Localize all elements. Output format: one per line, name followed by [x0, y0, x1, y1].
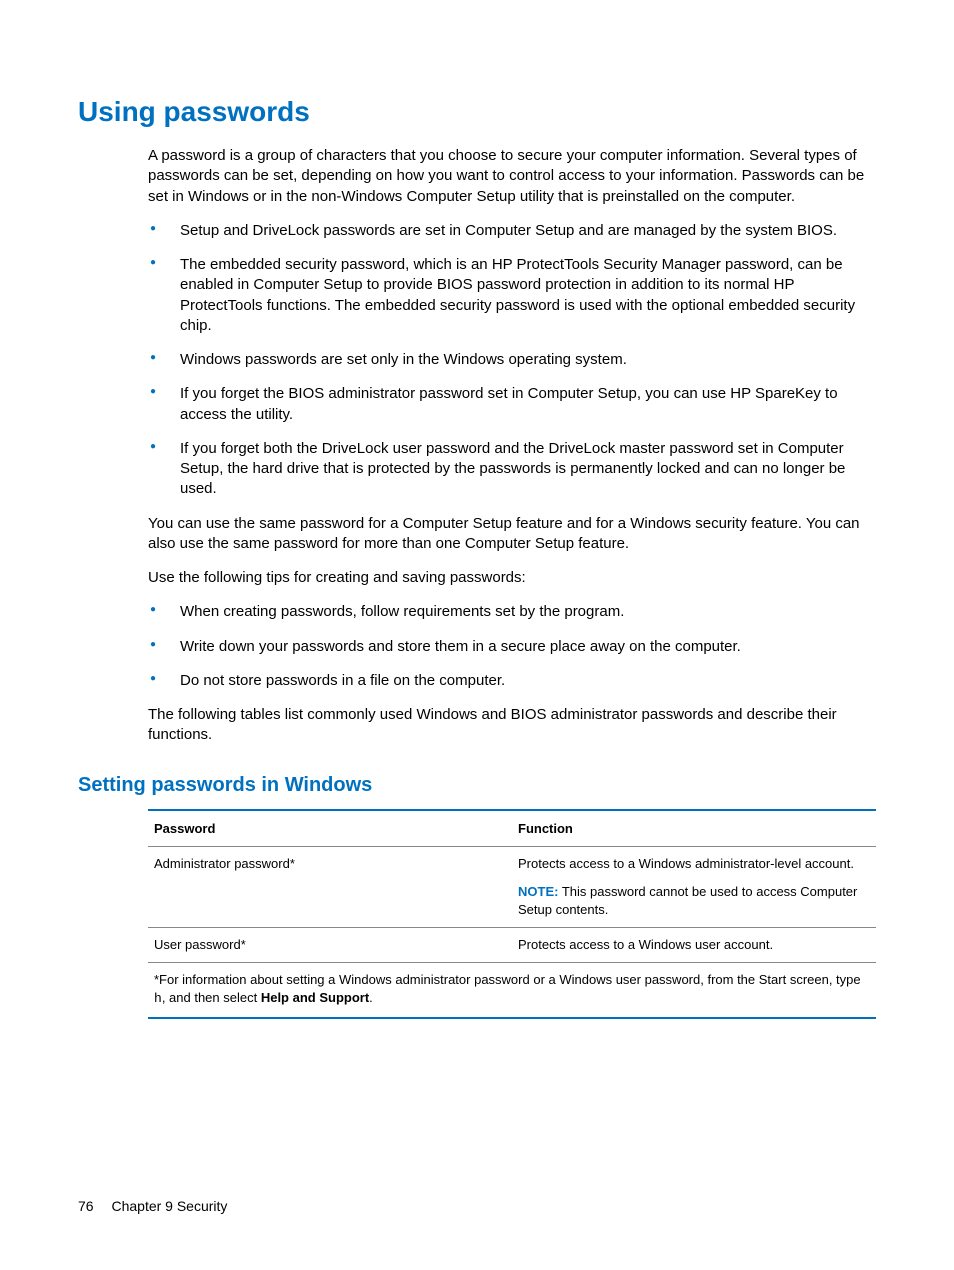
list-item: Write down your passwords and store them… [148, 637, 876, 657]
cell-admin-password: Administrator password* [148, 846, 512, 928]
note-text: This password cannot be used to access C… [518, 884, 857, 917]
bullet-list-2: When creating passwords, follow requirem… [148, 602, 876, 691]
table-row: Administrator password* Protects access … [148, 846, 876, 928]
passwords-table-wrap: Password Function Administrator password… [148, 809, 876, 1019]
col-header-password: Password [148, 810, 512, 847]
heading-using-passwords: Using passwords [78, 96, 876, 128]
body-paragraph: You can use the same password for a Comp… [148, 514, 876, 555]
intro-paragraph: A password is a group of characters that… [148, 146, 876, 207]
list-item: The embedded security password, which is… [148, 255, 876, 336]
list-item: When creating passwords, follow requirem… [148, 602, 876, 622]
body-paragraph: Use the following tips for creating and … [148, 568, 876, 588]
body-paragraph: The following tables list commonly used … [148, 705, 876, 746]
table-row: User password* Protects access to a Wind… [148, 928, 876, 963]
passwords-table: Password Function Administrator password… [148, 809, 876, 1019]
list-item: If you forget both the DriveLock user pa… [148, 439, 876, 500]
footnote-text: *For information about setting a Windows… [154, 972, 861, 987]
cell-user-function: Protects access to a Windows user accoun… [512, 928, 876, 963]
list-item: Setup and DriveLock passwords are set in… [148, 221, 876, 241]
footnote-code: h [154, 991, 162, 1006]
footnote-text: , and then select [162, 990, 261, 1005]
list-item: Do not store passwords in a file on the … [148, 671, 876, 691]
cell-user-password: User password* [148, 928, 512, 963]
list-item: Windows passwords are set only in the Wi… [148, 350, 876, 370]
footnote-text: . [369, 990, 373, 1005]
list-item: If you forget the BIOS administrator pas… [148, 384, 876, 425]
page-footer: 76 Chapter 9 Security [78, 1198, 227, 1214]
page-number: 76 [78, 1198, 94, 1214]
table-footnote: *For information about setting a Windows… [148, 963, 876, 1018]
note-label: NOTE: [518, 884, 558, 899]
cell-admin-function: Protects access to a Windows administrat… [512, 846, 876, 928]
cell-text: Protects access to a Windows administrat… [518, 855, 870, 873]
table-footnote-row: *For information about setting a Windows… [148, 963, 876, 1018]
note-block: NOTE: This password cannot be used to ac… [518, 883, 870, 919]
heading-setting-passwords-windows: Setting passwords in Windows [78, 774, 876, 797]
chapter-label: Chapter 9 Security [111, 1198, 227, 1214]
footnote-bold: Help and Support [261, 990, 369, 1005]
bullet-list-1: Setup and DriveLock passwords are set in… [148, 221, 876, 500]
col-header-function: Function [512, 810, 876, 847]
